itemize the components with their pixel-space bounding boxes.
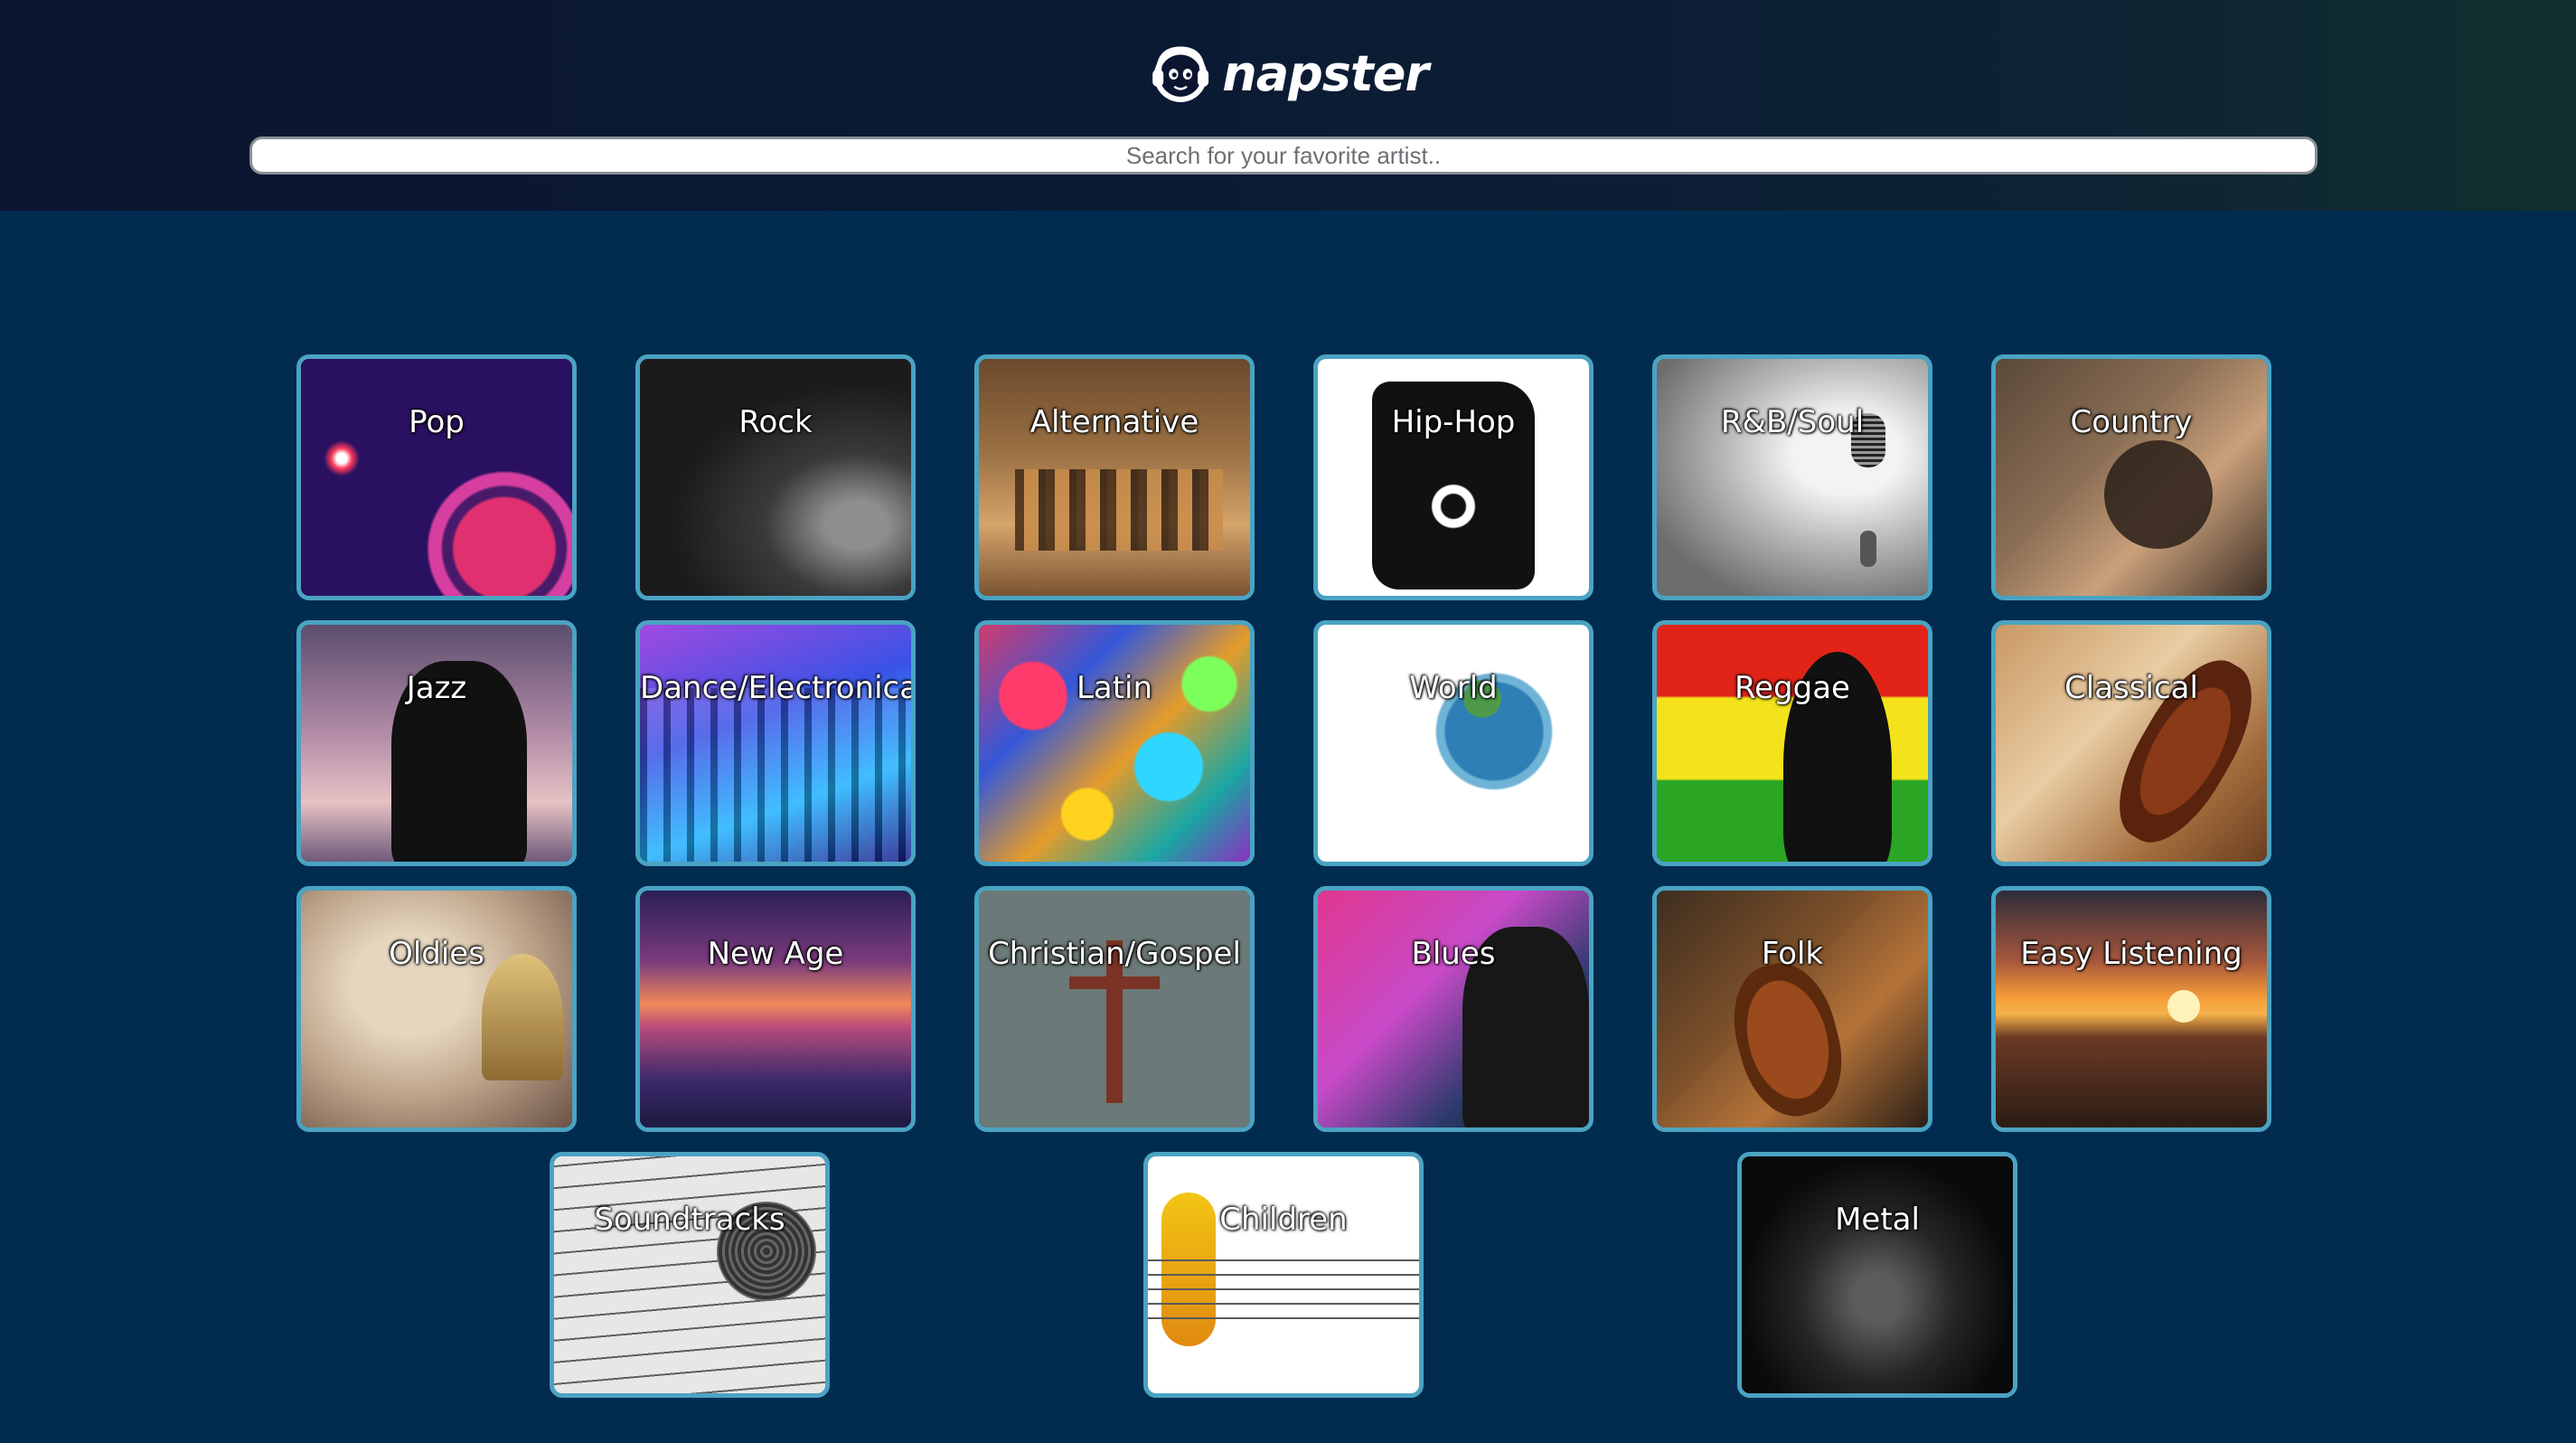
genre-image <box>1996 625 2267 862</box>
genre-tile-dance-electronica[interactable]: Dance/Electronica <box>635 620 916 866</box>
genre-image <box>301 891 572 1127</box>
genre-label: World <box>1409 670 1498 706</box>
artist-search-input[interactable] <box>249 137 2317 174</box>
genre-image <box>640 359 911 596</box>
genre-image <box>301 359 572 596</box>
genre-label: Soundtracks <box>594 1202 785 1238</box>
genre-label: Classical <box>2064 670 2198 706</box>
genre-image <box>1657 359 1928 596</box>
genre-label: Dance/Electronica <box>640 670 916 706</box>
genre-image <box>979 625 1250 862</box>
napster-cat-headphones-icon <box>1152 46 1209 102</box>
genre-label: Pop <box>409 404 465 440</box>
genre-tile-reggae[interactable]: Reggae <box>1652 620 1932 866</box>
genre-tile-metal[interactable]: Metal <box>1737 1152 2017 1398</box>
genre-label: Folk <box>1761 936 1824 972</box>
genre-image <box>979 359 1250 596</box>
genre-image <box>301 625 572 862</box>
genre-image <box>1996 359 2267 596</box>
genre-label: Children <box>1219 1202 1348 1238</box>
genre-tile-easy-listening[interactable]: Easy Listening <box>1991 886 2271 1132</box>
genre-image <box>1657 625 1928 862</box>
genre-tile-world[interactable]: World <box>1313 620 1594 866</box>
genre-image <box>640 625 911 862</box>
genre-tile-children[interactable]: Children <box>1143 1152 1424 1398</box>
genre-image <box>1657 891 1928 1127</box>
genre-tile-country[interactable]: Country <box>1991 354 2271 600</box>
genre-tile-classical[interactable]: Classical <box>1991 620 2271 866</box>
genre-label: Christian/Gospel <box>988 936 1241 972</box>
genre-image <box>1318 359 1589 596</box>
genre-tile-christian-gospel[interactable]: Christian/Gospel <box>974 886 1255 1132</box>
genre-image <box>1742 1156 2013 1393</box>
brand-name: napster <box>1222 45 1429 102</box>
genre-label: Latin <box>1076 670 1153 706</box>
genre-tile-folk[interactable]: Folk <box>1652 886 1932 1132</box>
genre-tile-rock[interactable]: Rock <box>635 354 916 600</box>
genre-image <box>640 891 911 1127</box>
genre-image <box>554 1156 825 1393</box>
genre-image <box>1318 891 1589 1127</box>
genre-image <box>1318 625 1589 862</box>
genre-tile-blues[interactable]: Blues <box>1313 886 1594 1132</box>
genre-tile-soundtracks[interactable]: Soundtracks <box>550 1152 830 1398</box>
top-header: napster <box>0 0 2576 211</box>
genre-label: Rock <box>738 404 813 440</box>
genre-image <box>1148 1156 1419 1393</box>
genre-tile-jazz[interactable]: Jazz <box>296 620 577 866</box>
genre-label: Oldies <box>389 936 484 972</box>
genre-tile-pop[interactable]: Pop <box>296 354 577 600</box>
genre-label: Reggae <box>1735 670 1850 706</box>
napster-logo[interactable]: napster <box>1148 36 1429 112</box>
genre-label: Blues <box>1411 936 1496 972</box>
genre-image <box>1996 891 2267 1127</box>
genre-label: Alternative <box>1029 404 1199 440</box>
genre-label: R&B/Soul <box>1720 404 1865 440</box>
genre-label: Easy Listening <box>2020 936 2242 972</box>
genre-label: Hip-Hop <box>1391 404 1516 440</box>
genre-label: New Age <box>707 936 844 972</box>
genre-tile-new-age[interactable]: New Age <box>635 886 916 1132</box>
genre-tile-oldies[interactable]: Oldies <box>296 886 577 1132</box>
genre-image <box>979 891 1250 1127</box>
genre-tile-hip-hop[interactable]: Hip-Hop <box>1313 354 1594 600</box>
genre-tile-alternative[interactable]: Alternative <box>974 354 1255 600</box>
genre-label: Jazz <box>406 670 467 706</box>
genre-label: Metal <box>1835 1202 1920 1238</box>
genre-tile-latin[interactable]: Latin <box>974 620 1255 866</box>
genre-label: Country <box>2070 404 2193 440</box>
genre-tile-rnb-soul[interactable]: R&B/Soul <box>1652 354 1932 600</box>
